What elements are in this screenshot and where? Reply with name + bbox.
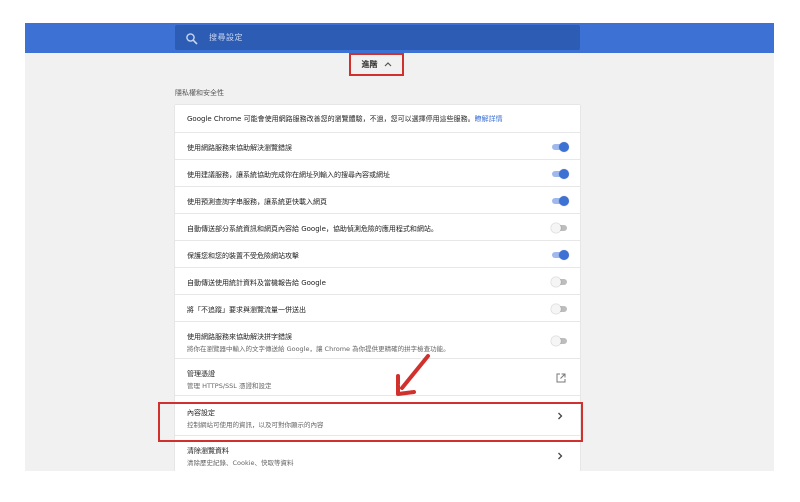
clear-data-title: 清除瀏覽資料 [187,447,229,455]
toggle-switch[interactable] [551,250,569,260]
toggle-switch[interactable] [551,169,569,179]
certificates-title: 管理憑證 [187,370,215,378]
toggle-row[interactable]: 將「不追蹤」要求與瀏覽流量一併送出 [175,294,580,321]
clear-data-subtitle: 清除歷史紀錄、Cookie、快取等資料 [187,459,294,467]
spellcheck-subtitle: 將你在瀏覽器中輸入的文字傳送給 Google，讓 Chrome 為你提供更精確的… [187,345,450,353]
toggle-label: 將「不追蹤」要求與瀏覽流量一併送出 [187,306,306,314]
toggle-label: 使用預測查詢字串服務，讓系統更快載入網頁 [187,198,327,206]
spellcheck-row[interactable]: 使用網路服務來協助解決拼字錯誤 將你在瀏覽器中輸入的文字傳送給 Google，讓… [175,321,580,358]
toggle-row[interactable]: 自動傳送使用統計資料及當機報告給 Google [175,267,580,294]
toggle-switch[interactable] [551,336,568,346]
settings-header: 搜尋設定 [25,23,774,53]
search-input[interactable]: 搜尋設定 [175,25,580,50]
search-placeholder: 搜尋設定 [209,33,243,42]
intro-text: Google Chrome 可能會使用網路服務改善您的瀏覽體驗，不過，您可以選擇… [187,115,475,123]
intro-row: Google Chrome 可能會使用網路服務改善您的瀏覽體驗，不過，您可以選擇… [175,105,580,132]
toggle-row[interactable]: 使用建議服務，讓系統協助完成你在網址列輸入的搜尋內容或網址 [175,159,580,186]
toggle-label: 使用網路服務來協助解決瀏覽錯誤 [187,144,292,152]
chevron-right-icon [556,452,564,460]
toggle-label: 保護您和您的裝置不受危險網站攻擊 [187,252,299,260]
toggle-switch[interactable] [551,196,569,206]
section-title: 隱私權和安全性 [175,89,224,97]
toggle-row[interactable]: 使用網路服務來協助解決瀏覽錯誤 [175,132,580,159]
toggle-switch[interactable] [551,223,568,233]
spellcheck-title: 使用網路服務來協助解決拼字錯誤 [187,333,292,341]
toggle-row[interactable]: 自動傳送部分系統資訊和網頁內容給 Google，協助偵測危險的應用程式和網站。 [175,213,580,240]
toggle-switch[interactable] [551,304,568,314]
chevron-up-icon [384,60,392,69]
toggle-row[interactable]: 使用預測查詢字串服務，讓系統更快載入網頁 [175,186,580,213]
advanced-toggle-button[interactable]: 進階 [349,53,404,76]
content-settings-highlight [158,402,583,442]
learn-more-link[interactable]: 瞭解詳情 [475,115,503,123]
pointer-arrow-icon [396,353,430,396]
manage-certificates-row[interactable]: 管理憑證 管理 HTTPS/SSL 憑證和設定 [175,358,580,395]
toggle-label: 自動傳送部分系統資訊和網頁內容給 Google，協助偵測危險的應用程式和網站。 [187,225,438,233]
certificates-subtitle: 管理 HTTPS/SSL 憑證和設定 [187,382,272,390]
advanced-label: 進階 [361,60,378,69]
search-icon [185,31,199,45]
toggle-row[interactable]: 保護您和您的裝置不受危險網站攻擊 [175,240,580,267]
toggle-switch[interactable] [551,142,569,152]
toggle-label: 使用建議服務，讓系統協助完成你在網址列輸入的搜尋內容或網址 [187,171,390,179]
toggle-switch[interactable] [551,277,568,287]
toggle-label: 自動傳送使用統計資料及當機報告給 Google [187,279,326,287]
external-link-icon[interactable] [556,373,566,383]
